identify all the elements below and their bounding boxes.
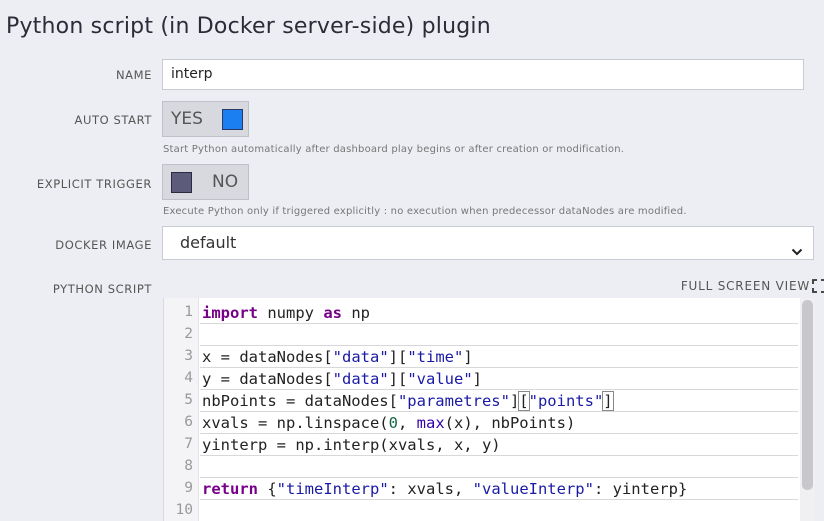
code-line: 7 yinterp = np.interp(xvals, x, y)	[164, 434, 798, 456]
code-line: 2	[164, 324, 798, 346]
explicit-trigger-label: EXPLICIT TRIGGER	[36, 177, 152, 191]
auto-start-value: YES	[171, 109, 203, 129]
code-line: 10	[164, 500, 798, 521]
docker-image-value: default	[180, 233, 237, 252]
toggle-off-indicator	[171, 172, 192, 193]
auto-start-toggle[interactable]: YES	[162, 101, 249, 137]
code-line: 9 return {"timeInterp": xvals, "valueInt…	[164, 478, 798, 500]
name-label: NAME	[115, 68, 152, 82]
docker-image-label: DOCKER IMAGE	[55, 238, 152, 252]
code-line: 5 nbPoints = dataNodes["parametres"]["po…	[164, 390, 798, 412]
fullscreen-icon	[812, 279, 824, 296]
code-line: 6 xvals = np.linspace(0, max(x), nbPoint…	[164, 412, 798, 434]
auto-start-hint: Start Python automatically after dashboa…	[163, 144, 625, 155]
docker-image-select[interactable]: default	[162, 226, 814, 260]
chevron-down-icon	[791, 237, 803, 269]
full-screen-view-label: FULL SCREEN VIEW	[680, 279, 810, 293]
scrollbar-thumb[interactable]	[802, 300, 813, 490]
page-title: Python script (in Docker server-side) pl…	[6, 14, 491, 39]
python-script-label: PYTHON SCRIPT	[52, 282, 152, 296]
code-line: 1 import numpy as np	[164, 302, 798, 324]
explicit-trigger-value: NO	[212, 172, 239, 192]
explicit-trigger-toggle[interactable]: NO	[162, 164, 249, 200]
code-editor[interactable]: 1 import numpy as np 2 3 x = dataNodes["…	[163, 298, 815, 521]
code-line: 3 x = dataNodes["data"]["time"]	[164, 346, 798, 368]
toggle-on-indicator	[222, 109, 243, 130]
editor-scrollbar[interactable]	[800, 298, 815, 521]
full-screen-view-button[interactable]: FULL SCREEN VIEW	[680, 279, 824, 293]
auto-start-label: AUTO START	[74, 113, 152, 127]
code-line: 4 y = dataNodes["data"]["value"]	[164, 368, 798, 390]
code-line: 8	[164, 456, 798, 478]
name-input[interactable]: interp	[162, 59, 804, 90]
explicit-trigger-hint: Execute Python only if triggered explici…	[163, 206, 687, 217]
